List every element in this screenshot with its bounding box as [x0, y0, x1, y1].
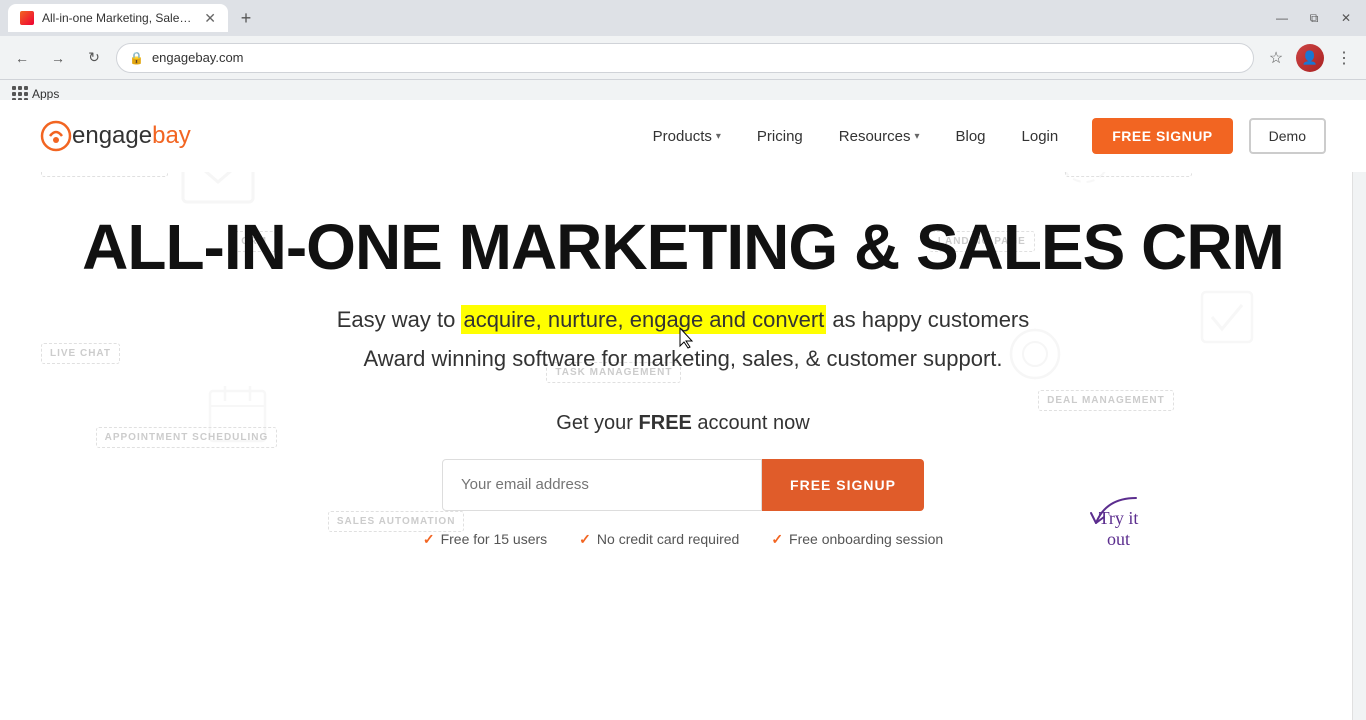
resources-dropdown-arrow: ▾ [914, 131, 919, 142]
email-input[interactable] [442, 459, 762, 511]
try-it-out-annotation: Try it out [1086, 493, 1146, 538]
tab-favicon [20, 11, 34, 25]
browser-tab[interactable]: All-in-one Marketing, Sales, Sup… ✕ [8, 4, 228, 32]
logo[interactable]: engagebay [40, 120, 191, 152]
nav-blog[interactable]: Blog [942, 120, 1000, 153]
nav-products[interactable]: Products ▾ [639, 120, 735, 153]
maximize-button[interactable]: ⧉ [1302, 6, 1326, 30]
lock-icon: 🔒 [129, 51, 144, 65]
hero-subtitle2: Award winning software for marketing, sa… [20, 346, 1346, 372]
check-icon-1: ✓ [423, 531, 435, 548]
nav-demo-button[interactable]: Demo [1249, 118, 1326, 154]
apps-label: Apps [32, 87, 59, 101]
hero-subtitle: Easy way to acquire, nurture, engage and… [20, 302, 1346, 337]
hero-signup-button[interactable]: FREE SIGNUP [762, 459, 924, 511]
minimize-button[interactable]: — [1270, 6, 1294, 30]
nav-pricing[interactable]: Pricing [743, 120, 817, 153]
hero-section: ALL-IN-ONE MARKETING & SALES CRM Easy wa… [0, 172, 1366, 568]
window-controls: — ⧉ ✕ [1270, 6, 1358, 30]
tab-title: All-in-one Marketing, Sales, Sup… [42, 11, 196, 25]
menu-icon[interactable]: ⋮ [1330, 44, 1358, 72]
tab-close-button[interactable]: ✕ [204, 10, 216, 27]
try-it-out-text: Try it out [1091, 508, 1146, 550]
trust-badges: ✓ Free for 15 users ✓ No credit card req… [20, 531, 1346, 548]
address-bar[interactable]: 🔒 engagebay.com [116, 43, 1254, 73]
products-dropdown-arrow: ▾ [716, 131, 721, 142]
check-icon-2: ✓ [579, 531, 591, 548]
trust-badge-no-cc: ✓ No credit card required [579, 531, 739, 548]
refresh-button[interactable]: ↻ [80, 44, 108, 72]
nav-free-signup-button[interactable]: FREE SIGNUP [1092, 118, 1232, 154]
check-icon-3: ✓ [771, 531, 783, 548]
logo-text: engagebay [72, 122, 191, 150]
hero-highlight: acquire, nurture, engage and convert [461, 305, 826, 334]
nav-login[interactable]: Login [1008, 120, 1073, 153]
logo-icon [40, 120, 72, 152]
website-content: EMAIL MARKETING CRM LIVE CHAT APPOINTMEN… [0, 100, 1366, 568]
bookmark-star-icon[interactable]: ☆ [1262, 44, 1290, 72]
user-profile-icon[interactable]: 👤 [1296, 44, 1324, 72]
navbar: engagebay Products ▾ Pricing Resources ▾… [0, 100, 1366, 172]
scrollbar[interactable] [1352, 100, 1366, 720]
trust-badge-onboarding: ✓ Free onboarding session [771, 531, 943, 548]
url-text: engagebay.com [152, 50, 1241, 65]
toolbar-actions: ☆ 👤 ⋮ [1262, 44, 1358, 72]
hero-title: ALL-IN-ONE MARKETING & SALES CRM [20, 212, 1346, 282]
browser-chrome: All-in-one Marketing, Sales, Sup… ✕ + — … [0, 0, 1366, 100]
forward-button[interactable]: → [44, 44, 72, 72]
new-tab-button[interactable]: + [232, 4, 260, 32]
cta-label: Get your FREE account now [20, 412, 1346, 435]
browser-titlebar: All-in-one Marketing, Sales, Sup… ✕ + — … [0, 0, 1366, 36]
close-button[interactable]: ✕ [1334, 6, 1358, 30]
nav-links: Products ▾ Pricing Resources ▾ Blog Logi… [639, 118, 1326, 154]
trust-badge-users: ✓ Free for 15 users [423, 531, 547, 548]
browser-toolbar: ← → ↻ 🔒 engagebay.com ☆ 👤 ⋮ [0, 36, 1366, 80]
back-button[interactable]: ← [8, 44, 36, 72]
email-form: FREE SIGNUP [20, 459, 1346, 511]
nav-resources[interactable]: Resources ▾ [825, 120, 934, 153]
